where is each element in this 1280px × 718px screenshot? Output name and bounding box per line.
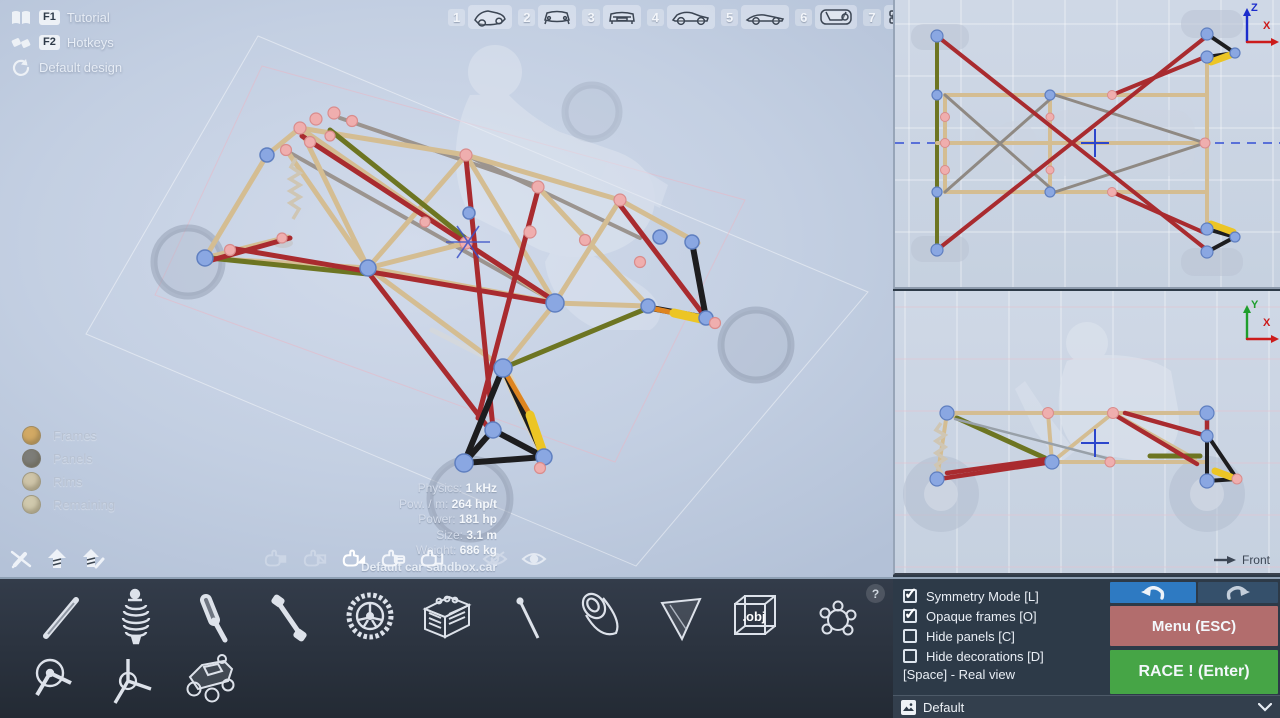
part-triangle-panel[interactable] [648, 587, 712, 649]
eye-off-icon[interactable] [482, 546, 508, 572]
legend-item-rims: Rims [22, 470, 115, 493]
checkbox-1[interactable]: ✓ Opaque frames [O] [903, 606, 1044, 626]
redo-arrow-icon [1226, 585, 1250, 600]
check-icon: ✓ [904, 606, 918, 623]
car-rear-icon [602, 5, 641, 29]
part-cone[interactable] [570, 585, 634, 647]
part-wheel-hub[interactable] [100, 651, 164, 713]
axis-z-label: Z [1251, 2, 1258, 14]
hand-tool-5-icon[interactable] [419, 546, 445, 572]
f1-badge: F1 [39, 10, 60, 25]
obj-label: .obj [742, 609, 765, 624]
preset-label: Default [923, 699, 965, 715]
part-rod[interactable] [28, 587, 92, 649]
legend-item-remaining: Remaining [22, 493, 115, 516]
race-button[interactable]: RACE ! (Enter) [1110, 650, 1278, 694]
part-connector-rod[interactable] [256, 587, 320, 649]
control-panel: ✓ Symmetry Mode [L] ✓ Opaque frames [O] … [893, 577, 1280, 695]
stat-physics: Physics: 1 kHz [417, 481, 497, 495]
car-interior-icon [815, 5, 858, 29]
part-obj-import[interactable]: .obj [722, 585, 786, 647]
checkbox-box: ✓ [903, 586, 917, 603]
material-legend: Frames Panels Rims Remaining [22, 424, 115, 516]
car-side-low-icon [741, 5, 790, 29]
f2-badge: F2 [39, 35, 60, 50]
part-spring-damper[interactable] [104, 585, 168, 647]
checkbox-box: ✓ [903, 629, 917, 643]
legend-swatch-1 [22, 449, 41, 468]
ortho-top-view[interactable]: Z X [893, 0, 1280, 289]
part-engine[interactable] [414, 585, 478, 647]
undo-arrow-icon [1141, 585, 1165, 600]
preset-dropdown[interactable]: Default [893, 695, 1280, 718]
chevron-down-icon [1258, 702, 1272, 712]
camera-slot-2[interactable]: 2 [518, 5, 577, 29]
camera-slot-6[interactable]: 6 [795, 5, 858, 29]
stat-power-per-mass: Pow. / m: 264 hp/t [398, 496, 497, 511]
stat-power: Power: 181 hp [418, 512, 497, 526]
car-front-icon [538, 5, 577, 29]
axis-y-label: Y [1251, 299, 1259, 311]
undo-button[interactable] [1110, 582, 1196, 603]
car-side-icon [666, 5, 715, 29]
part-thin-rod[interactable] [494, 587, 558, 649]
check-icon: ✓ [904, 586, 918, 603]
drag-tools [263, 546, 547, 572]
checkbox-box: ✓ [903, 649, 917, 663]
checkbox-3[interactable]: ✓ Hide decorations [D] [903, 646, 1044, 666]
menu-item-tutorial[interactable]: F1 Tutorial [10, 5, 122, 30]
car-top-icon [883, 5, 893, 29]
menu-item-default-design[interactable]: Default design [10, 55, 122, 80]
part-steering-wheel[interactable] [24, 651, 88, 713]
help-menu: F1 Tutorial F2 Hotkeys Default design [10, 5, 122, 80]
legend-item-frames: Frames [22, 424, 115, 447]
redo-button[interactable] [1198, 582, 1278, 603]
legend-item-panels: Panels [22, 447, 115, 470]
checkbox-0[interactable]: ✓ Symmetry Mode [L] [903, 586, 1044, 606]
undo-circle-icon [10, 58, 32, 77]
main-3d-viewport[interactable]: F1 Tutorial F2 Hotkeys Default design 1 [0, 0, 893, 578]
part-ball-joint[interactable] [806, 589, 870, 651]
arrow-up-pencil-icon[interactable] [80, 546, 106, 572]
ortho-side-view[interactable]: Y X Front [893, 291, 1280, 575]
camera-slot-1[interactable]: 1 [448, 5, 513, 29]
hand-tool-3-icon[interactable] [341, 546, 367, 572]
arrow-up-icon[interactable] [44, 546, 70, 572]
eye-icon[interactable] [521, 546, 547, 572]
menu-item-hotkeys[interactable]: F2 Hotkeys [10, 30, 122, 55]
axis-x-label: X [1263, 20, 1271, 32]
stat-size: Size: 3.1 m [436, 527, 497, 542]
camera-slot-bar: 1 2 3 4 5 6 7 [448, 5, 893, 29]
part-wheel[interactable] [338, 585, 402, 647]
front-direction-label: Front [1213, 553, 1270, 567]
axis-x2-label: X [1263, 317, 1271, 329]
car-builder-app: F1 Tutorial F2 Hotkeys Default design 1 [0, 0, 1280, 718]
legend-swatch-3 [22, 495, 41, 514]
help-button[interactable]: ? [866, 584, 885, 603]
part-palette: .obj ? [0, 577, 893, 718]
camera-slot-3[interactable]: 3 [582, 5, 641, 29]
car-perspective-icon [468, 5, 513, 29]
part-sample-buggy[interactable] [178, 649, 242, 711]
legend-swatch-0 [22, 426, 41, 445]
front-arrow-icon [1213, 556, 1236, 564]
image-icon [901, 699, 916, 715]
legend-swatch-2 [22, 472, 41, 491]
checkbox-2[interactable]: ✓ Hide panels [C] [903, 626, 1044, 646]
hand-tool-4-icon[interactable] [380, 546, 406, 572]
menu-button[interactable]: Menu (ESC) [1110, 606, 1278, 646]
hand-tool-2-icon[interactable] [302, 546, 328, 572]
book-icon [10, 10, 32, 26]
camera-slot-5[interactable]: 5 [720, 5, 790, 29]
hand-tool-1-icon[interactable] [263, 546, 289, 572]
pencil-off-icon[interactable] [8, 546, 34, 572]
edit-tools [8, 546, 106, 572]
camera-slot-7[interactable]: 7 [863, 5, 893, 29]
camera-slot-4[interactable]: 4 [646, 5, 715, 29]
real-view-hint: [Space] - Real view [903, 667, 1015, 682]
checkbox-box: ✓ [903, 606, 917, 623]
part-piston[interactable] [180, 587, 244, 649]
keycaps-icon [10, 34, 32, 52]
